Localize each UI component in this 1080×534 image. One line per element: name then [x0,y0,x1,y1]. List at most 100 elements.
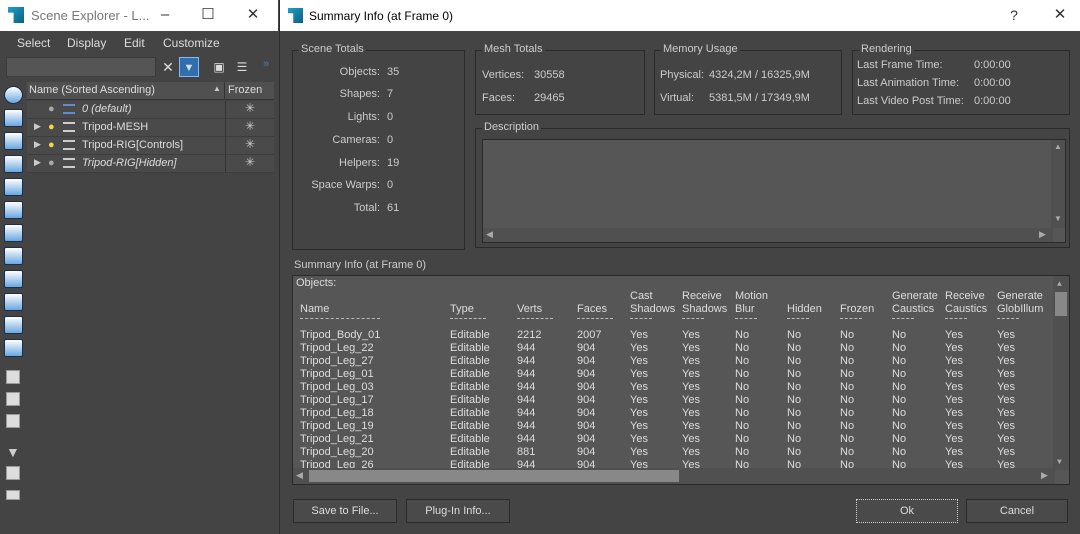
table-cell: No [840,342,855,354]
scroll-left-icon[interactable]: ◀ [296,470,303,483]
menu-display[interactable]: Display [67,36,106,50]
scroll-right-icon[interactable]: ▶ [1039,229,1046,240]
last-video-post-time-label: Last Video Post Time: [857,95,964,107]
scene-row-tripod-rig-hidden[interactable]: ▶ ● Tripod-RIG[Hidden] ✳ [27,155,274,173]
list-view-icon[interactable] [6,370,20,384]
objects-value: 35 [387,66,400,78]
scroll-down-icon[interactable]: ▼ [1054,214,1062,223]
table-cell: Yes [630,394,648,406]
scroll-down-icon[interactable]: ▼ [1057,456,1062,469]
local-scene-icon[interactable] [6,490,20,500]
column-frozen-header[interactable]: Frozen [224,82,274,100]
scroll-up-icon[interactable]: ▲ [1057,278,1062,291]
display-containers-icon[interactable] [4,316,23,334]
summary-hscroll[interactable]: ◀ ▶ [293,468,1055,484]
last-video-post-time-value: 0:00:00 [974,95,1011,107]
search-input[interactable] [6,57,156,77]
light-bulb-icon[interactable]: ● [48,103,55,115]
page-view-icon[interactable] [6,392,20,406]
table-cell: No [840,420,855,432]
last-animation-time-value: 0:00:00 [974,77,1011,89]
summary-column-header: Name [300,303,330,315]
filter-icon[interactable]: ▼ [179,57,199,77]
display-shapes-icon[interactable] [4,132,23,150]
table-cell: Tripod_Leg_03 [300,381,374,393]
filter-options-icon[interactable] [6,466,20,480]
shapes-value: 7 [387,88,394,100]
table-cell: Tripod_Leg_18 [300,407,374,419]
close-icon[interactable]: ✕ [1050,6,1070,26]
display-bones-icon[interactable] [4,293,23,311]
maximize-icon[interactable]: ☐ [198,6,218,26]
lock-icon[interactable]: ▣ [209,57,229,77]
funnel-icon[interactable]: ▼ [6,444,20,460]
table-cell: No [787,420,802,432]
scene-explorer-titlebar[interactable]: Scene Explorer - L... – ☐ ✕ [0,0,278,31]
ok-button[interactable]: Ok [856,499,958,523]
expand-arrow-icon[interactable]: ▶ [34,121,41,132]
freeze-icon[interactable]: ✳ [225,155,274,173]
description-hscroll[interactable]: ◀ ▶ [483,228,1053,242]
display-xrefs-icon[interactable] [4,270,23,288]
menu-select[interactable]: Select [17,36,50,50]
table-cell: 904 [577,407,596,419]
display-spacewarps-icon[interactable] [4,224,23,242]
scroll-up-icon[interactable]: ▲ [1054,142,1062,151]
scroll-right-icon[interactable]: ▶ [1041,470,1048,483]
menu-edit[interactable]: Edit [124,36,145,50]
display-geometry-icon[interactable] [4,109,23,127]
help-button[interactable]: ? [1004,6,1024,26]
light-bulb-icon[interactable]: ● [48,157,55,169]
light-bulb-icon[interactable]: ● [48,139,55,151]
display-lights-icon[interactable] [4,155,23,173]
table-cell: No [735,420,750,432]
table-view-icon[interactable] [6,414,20,428]
menu-customize[interactable]: Customize [163,36,220,50]
scroll-thumb[interactable] [309,470,679,482]
scene-row-label: Tripod-MESH [82,121,149,133]
freeze-icon[interactable]: ✳ [225,119,274,137]
freeze-icon[interactable]: ✳ [225,137,274,155]
dialog-titlebar[interactable]: Summary Info (at Frame 0) ? ✕ [280,0,1080,31]
clear-search-icon[interactable]: ✕ [158,57,178,77]
display-groups-icon[interactable] [4,247,23,265]
display-all-icon[interactable] [4,86,23,104]
table-cell: Yes [945,329,963,341]
minimize-icon[interactable]: – [155,6,175,26]
summary-column-header: Faces [577,303,607,315]
table-cell: Yes [682,381,700,393]
display-helpers-icon[interactable] [4,201,23,219]
table-cell: 904 [577,355,596,367]
summary-vscroll[interactable]: ▲ ▼ [1053,276,1069,470]
layer-options-icon[interactable]: ☰ [232,57,252,77]
close-icon[interactable]: ✕ [243,6,263,26]
table-cell: Editable [450,368,490,380]
column-name-header[interactable]: Name (Sorted Ascending) [29,84,155,96]
summary-textarea[interactable]: Objects: Name Type Verts Faces Cast Shadows Re… [292,275,1070,485]
light-bulb-icon[interactable]: ● [48,121,55,133]
expand-arrow-icon[interactable]: ▶ [34,139,41,150]
save-to-file-button[interactable]: Save to File... [293,499,397,523]
description-vscroll[interactable]: ▲ ▼ [1051,140,1065,228]
cancel-button[interactable]: Cancel [966,499,1068,523]
table-cell: Yes [945,381,963,393]
table-cell: No [787,407,802,419]
scroll-left-icon[interactable]: ◀ [486,229,493,240]
scroll-thumb[interactable] [1055,292,1067,316]
freeze-icon[interactable]: ✳ [225,101,274,119]
plugin-info-button[interactable]: Plug-In Info... [406,499,510,523]
table-cell: No [735,446,750,458]
scene-row-default[interactable]: ● 0 (default) ✳ [27,101,274,119]
table-cell: 944 [517,381,536,393]
table-cell: No [735,433,750,445]
expand-icon[interactable]: » [256,54,276,74]
expand-arrow-icon[interactable]: ▶ [34,157,41,168]
summary-column-header: Hidden [787,303,822,315]
display-cameras-icon[interactable] [4,178,23,196]
display-frozen-icon[interactable] [4,339,23,357]
scene-row-tripod-mesh[interactable]: ▶ ● Tripod-MESH ✳ [27,119,274,137]
faces-value: 29465 [534,92,565,104]
table-cell: 944 [517,355,536,367]
description-textarea[interactable]: ▲ ▼ ◀ ▶ [482,139,1066,243]
scene-row-tripod-rig-controls[interactable]: ▶ ● Tripod-RIG[Controls] ✳ [27,137,274,155]
